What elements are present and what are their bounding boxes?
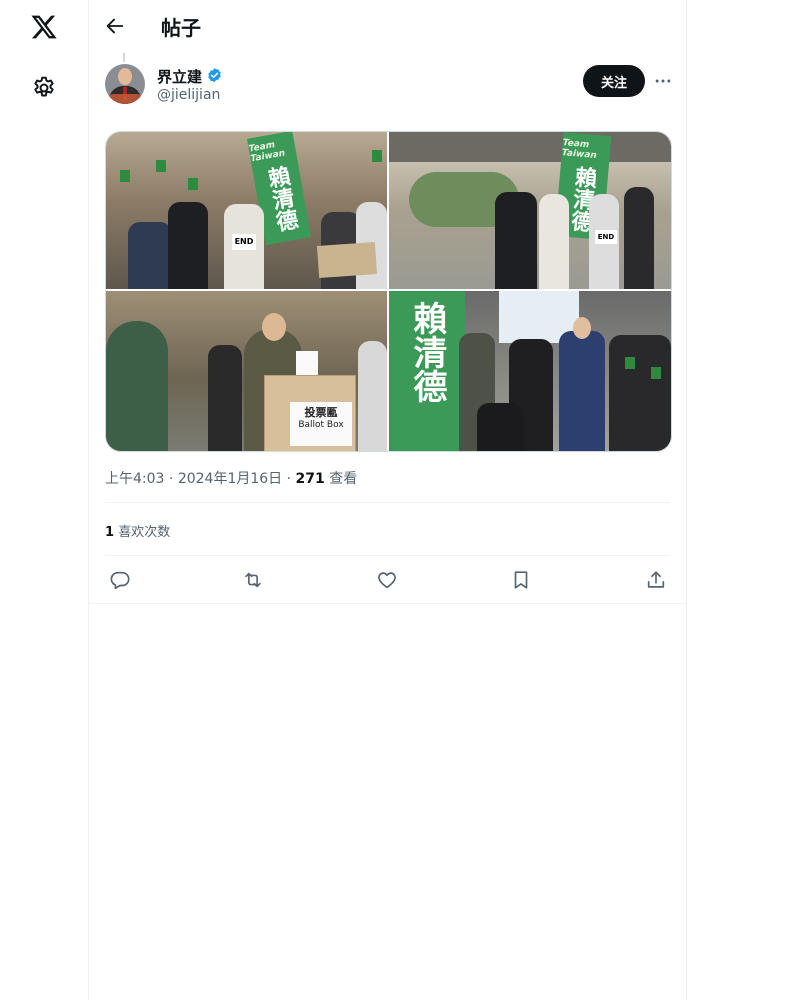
tweet-time[interactable]: 上午4:03 bbox=[105, 471, 164, 487]
crowd-person bbox=[477, 403, 523, 451]
views-count: 271 bbox=[295, 471, 325, 487]
crowd-person bbox=[624, 187, 654, 289]
page-header: 帖子 bbox=[88, 0, 686, 53]
thread-connector-line bbox=[123, 53, 125, 62]
reply-icon[interactable] bbox=[109, 569, 131, 591]
divider bbox=[105, 502, 670, 503]
ballot-box-label-cn: 投票匭 bbox=[304, 406, 338, 419]
tweet-photo-3[interactable]: 投票匭 Ballot Box bbox=[106, 291, 387, 451]
meta-separator: · bbox=[286, 471, 296, 487]
cutout-face bbox=[573, 317, 591, 339]
cardboard-cutout bbox=[559, 331, 605, 451]
crowd-person bbox=[495, 192, 537, 289]
crowd-person bbox=[168, 202, 208, 289]
verified-badge-icon[interactable] bbox=[206, 67, 223, 84]
tweet-meta: 上午4:03 · 2024年1月16日 · 271 查看 bbox=[105, 468, 357, 488]
crowd-person bbox=[539, 194, 569, 289]
banner-team-text: Team Taiwan bbox=[561, 138, 598, 162]
banner-candidate-text: 賴清德 bbox=[407, 301, 447, 403]
crowd-person bbox=[128, 222, 172, 289]
taiwan-flag bbox=[625, 357, 635, 369]
building-overhang bbox=[389, 132, 671, 162]
page-title: 帖子 bbox=[161, 16, 201, 40]
likes-count: 1 bbox=[105, 525, 115, 540]
tweet-date[interactable]: 2024年1月16日 bbox=[178, 471, 282, 487]
tweet-photo-2[interactable]: Team Taiwan 賴清德 END bbox=[389, 132, 671, 289]
views-label: 查看 bbox=[329, 471, 358, 487]
like-heart-icon[interactable] bbox=[376, 569, 398, 591]
tweet-photo-1[interactable]: Team Taiwan 賴清德 END bbox=[106, 132, 387, 289]
crowd-person bbox=[609, 335, 671, 451]
author-handle[interactable]: @jielijian bbox=[157, 87, 220, 103]
ballot-box: 投票匭 Ballot Box bbox=[264, 375, 356, 451]
banner-candidate-text: 賴清德 bbox=[262, 164, 299, 234]
author-avatar[interactable] bbox=[105, 64, 145, 104]
ballot-box-label-en: Ballot Box bbox=[298, 420, 344, 430]
woman-foreground bbox=[106, 321, 168, 451]
meta-separator: · bbox=[168, 471, 178, 487]
share-icon[interactable] bbox=[645, 569, 667, 591]
retweet-icon[interactable] bbox=[242, 569, 264, 591]
ballot-paper bbox=[296, 351, 318, 377]
likes-stat[interactable]: 1 喜欢次数 bbox=[105, 521, 170, 540]
author-display-name[interactable]: 界立建 bbox=[157, 66, 202, 87]
likes-label: 喜欢次数 bbox=[118, 525, 171, 540]
taiwan-flag bbox=[156, 160, 166, 172]
x-logo-icon[interactable] bbox=[30, 13, 58, 41]
tweet-bottom-border bbox=[88, 603, 686, 604]
avatar-flowers bbox=[107, 94, 143, 104]
end-sign: END bbox=[595, 230, 617, 244]
taiwan-flag bbox=[651, 367, 661, 379]
avatar-face bbox=[118, 68, 132, 85]
more-options-icon[interactable] bbox=[653, 71, 673, 91]
banner-team-text: Team Taiwan bbox=[248, 140, 286, 165]
voter-face bbox=[262, 313, 286, 341]
end-sign: END bbox=[232, 234, 256, 250]
settings-gear-icon[interactable] bbox=[31, 75, 57, 101]
tweet-photo-4[interactable]: 賴清德 bbox=[389, 291, 671, 451]
tweet-media-grid: Team Taiwan 賴清德 END Team Taiwan 賴清德 END … bbox=[105, 131, 672, 452]
main-column: 帖子 界立建 @jielijian 关注 Team Taiwan 賴清德 END bbox=[88, 0, 687, 1000]
crowd-person bbox=[208, 345, 242, 451]
follow-button[interactable]: 关注 bbox=[583, 65, 645, 97]
ballot-box-label: 投票匭 Ballot Box bbox=[290, 402, 352, 446]
bookmark-icon[interactable] bbox=[510, 569, 532, 591]
taiwan-flag bbox=[188, 178, 198, 190]
campaign-banner: 賴清德 bbox=[389, 291, 465, 451]
taiwan-flag bbox=[120, 170, 130, 182]
back-arrow-icon[interactable] bbox=[104, 15, 126, 37]
crowd-person bbox=[358, 341, 387, 451]
protest-sign bbox=[316, 242, 378, 278]
divider bbox=[105, 555, 670, 556]
taiwan-flag bbox=[372, 150, 382, 162]
left-nav bbox=[0, 0, 89, 1000]
